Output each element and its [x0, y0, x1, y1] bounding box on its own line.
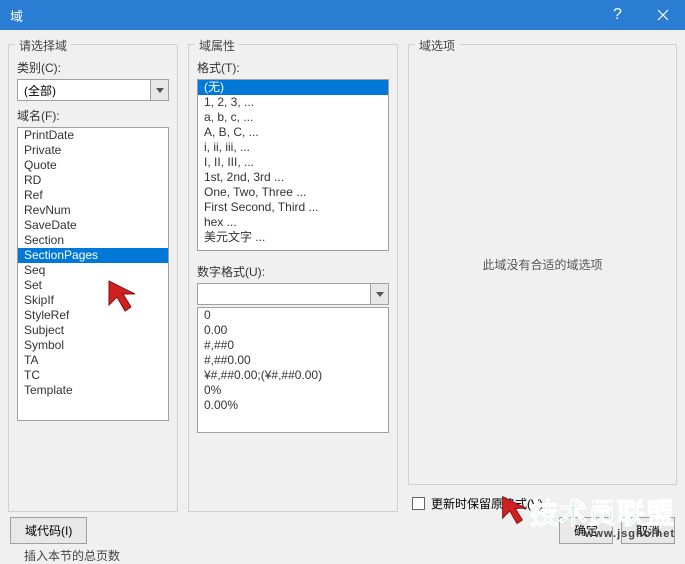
category-label: 类别(C):	[17, 59, 169, 76]
numformat-listbox[interactable]: 00.00#,##0#,##0.00¥#,##0.00;(¥#,##0.00)0…	[197, 307, 389, 433]
format-item[interactable]: i, ii, iii, ...	[198, 140, 388, 155]
fieldname-item[interactable]: Subject	[18, 323, 168, 338]
format-item[interactable]: a, b, c, ...	[198, 110, 388, 125]
fieldname-item[interactable]: PrintDate	[18, 128, 168, 143]
fieldname-item[interactable]: Template	[18, 383, 168, 398]
numformat-item[interactable]: #,##0.00	[198, 353, 388, 368]
format-item[interactable]: 1st, 2nd, 3rd ...	[198, 170, 388, 185]
category-dropdown-button[interactable]	[150, 80, 168, 100]
fieldname-item[interactable]: TC	[18, 368, 168, 383]
fieldname-item[interactable]: Quote	[18, 158, 168, 173]
preserve-format-row[interactable]: 更新时保留原格式(V)	[408, 495, 677, 512]
fieldname-item[interactable]: SaveDate	[18, 218, 168, 233]
field-properties-group-title: 域属性	[195, 37, 239, 54]
format-label: 格式(T):	[197, 59, 389, 76]
format-item[interactable]: (无)	[198, 80, 388, 95]
format-listbox[interactable]: (无)1, 2, 3, ...a, b, c, ...A, B, C, ...i…	[197, 79, 389, 251]
dialog-title: 域	[10, 6, 23, 25]
numformat-value	[198, 284, 370, 304]
field-codes-button[interactable]: 域代码(I)	[10, 517, 87, 544]
select-field-group: 请选择域 类别(C): (全部) 域名(F): PrintDatePrivate…	[8, 44, 178, 512]
window-controls: ?	[595, 0, 685, 30]
fieldname-item[interactable]: Section	[18, 233, 168, 248]
preserve-format-checkbox[interactable]	[412, 497, 425, 510]
close-button[interactable]	[640, 0, 685, 30]
format-item[interactable]: 1, 2, 3, ...	[198, 95, 388, 110]
numformat-item[interactable]: 0.00	[198, 323, 388, 338]
numformat-dropdown-button[interactable]	[370, 284, 388, 304]
no-options-text: 此域没有合适的域选项	[482, 256, 602, 273]
fieldname-item[interactable]: RevNum	[18, 203, 168, 218]
numformat-item[interactable]: ¥#,##0.00;(¥#,##0.00)	[198, 368, 388, 383]
numformat-combo[interactable]	[197, 283, 389, 305]
description-text: 插入本节的总页数	[24, 547, 685, 564]
dialog-buttons-row: 域代码(I) 确定 取消	[10, 517, 675, 544]
fieldname-item[interactable]: TA	[18, 353, 168, 368]
fieldname-item[interactable]: StyleRef	[18, 308, 168, 323]
cancel-button[interactable]: 取消	[621, 517, 675, 544]
numformat-item[interactable]: 0.00%	[198, 398, 388, 413]
chevron-down-icon	[156, 88, 164, 93]
ok-button[interactable]: 确定	[559, 517, 613, 544]
format-item[interactable]: hex ...	[198, 215, 388, 230]
fieldname-item[interactable]: Private	[18, 143, 168, 158]
numformat-item[interactable]: 0	[198, 308, 388, 323]
titlebar: 域 ?	[0, 0, 685, 30]
fieldname-item[interactable]: SectionPages	[18, 248, 168, 263]
fieldname-item[interactable]: SkipIf	[18, 293, 168, 308]
field-options-group-title: 域选项	[415, 37, 459, 54]
format-item[interactable]: I, II, III, ...	[198, 155, 388, 170]
fieldname-item[interactable]: Set	[18, 278, 168, 293]
fieldname-item[interactable]: Seq	[18, 263, 168, 278]
fieldname-item[interactable]: Ref	[18, 188, 168, 203]
category-value: (全部)	[18, 80, 150, 100]
format-item[interactable]: A, B, C, ...	[198, 125, 388, 140]
format-item[interactable]: One, Two, Three ...	[198, 185, 388, 200]
numformat-item[interactable]: 0%	[198, 383, 388, 398]
preserve-format-label: 更新时保留原格式(V)	[431, 495, 543, 512]
format-item[interactable]: First Second, Third ...	[198, 200, 388, 215]
category-combo[interactable]: (全部)	[17, 79, 169, 101]
numformat-item[interactable]: #,##0	[198, 338, 388, 353]
select-field-group-title: 请选择域	[15, 37, 71, 54]
close-icon	[657, 9, 669, 21]
field-options-group: 域选项 此域没有合适的域选项	[408, 44, 677, 485]
chevron-down-icon	[376, 292, 384, 297]
numformat-label: 数字格式(U):	[197, 263, 389, 280]
field-properties-group: 域属性 格式(T): (无)1, 2, 3, ...a, b, c, ...A,…	[188, 44, 398, 512]
fieldname-listbox[interactable]: PrintDatePrivateQuoteRDRefRevNumSaveDate…	[17, 127, 169, 421]
fieldname-label: 域名(F):	[17, 107, 169, 124]
fieldname-item[interactable]: Symbol	[18, 338, 168, 353]
fieldname-item[interactable]: RD	[18, 173, 168, 188]
format-item[interactable]: 美元文字 ...	[198, 230, 388, 245]
help-button[interactable]: ?	[595, 0, 640, 30]
